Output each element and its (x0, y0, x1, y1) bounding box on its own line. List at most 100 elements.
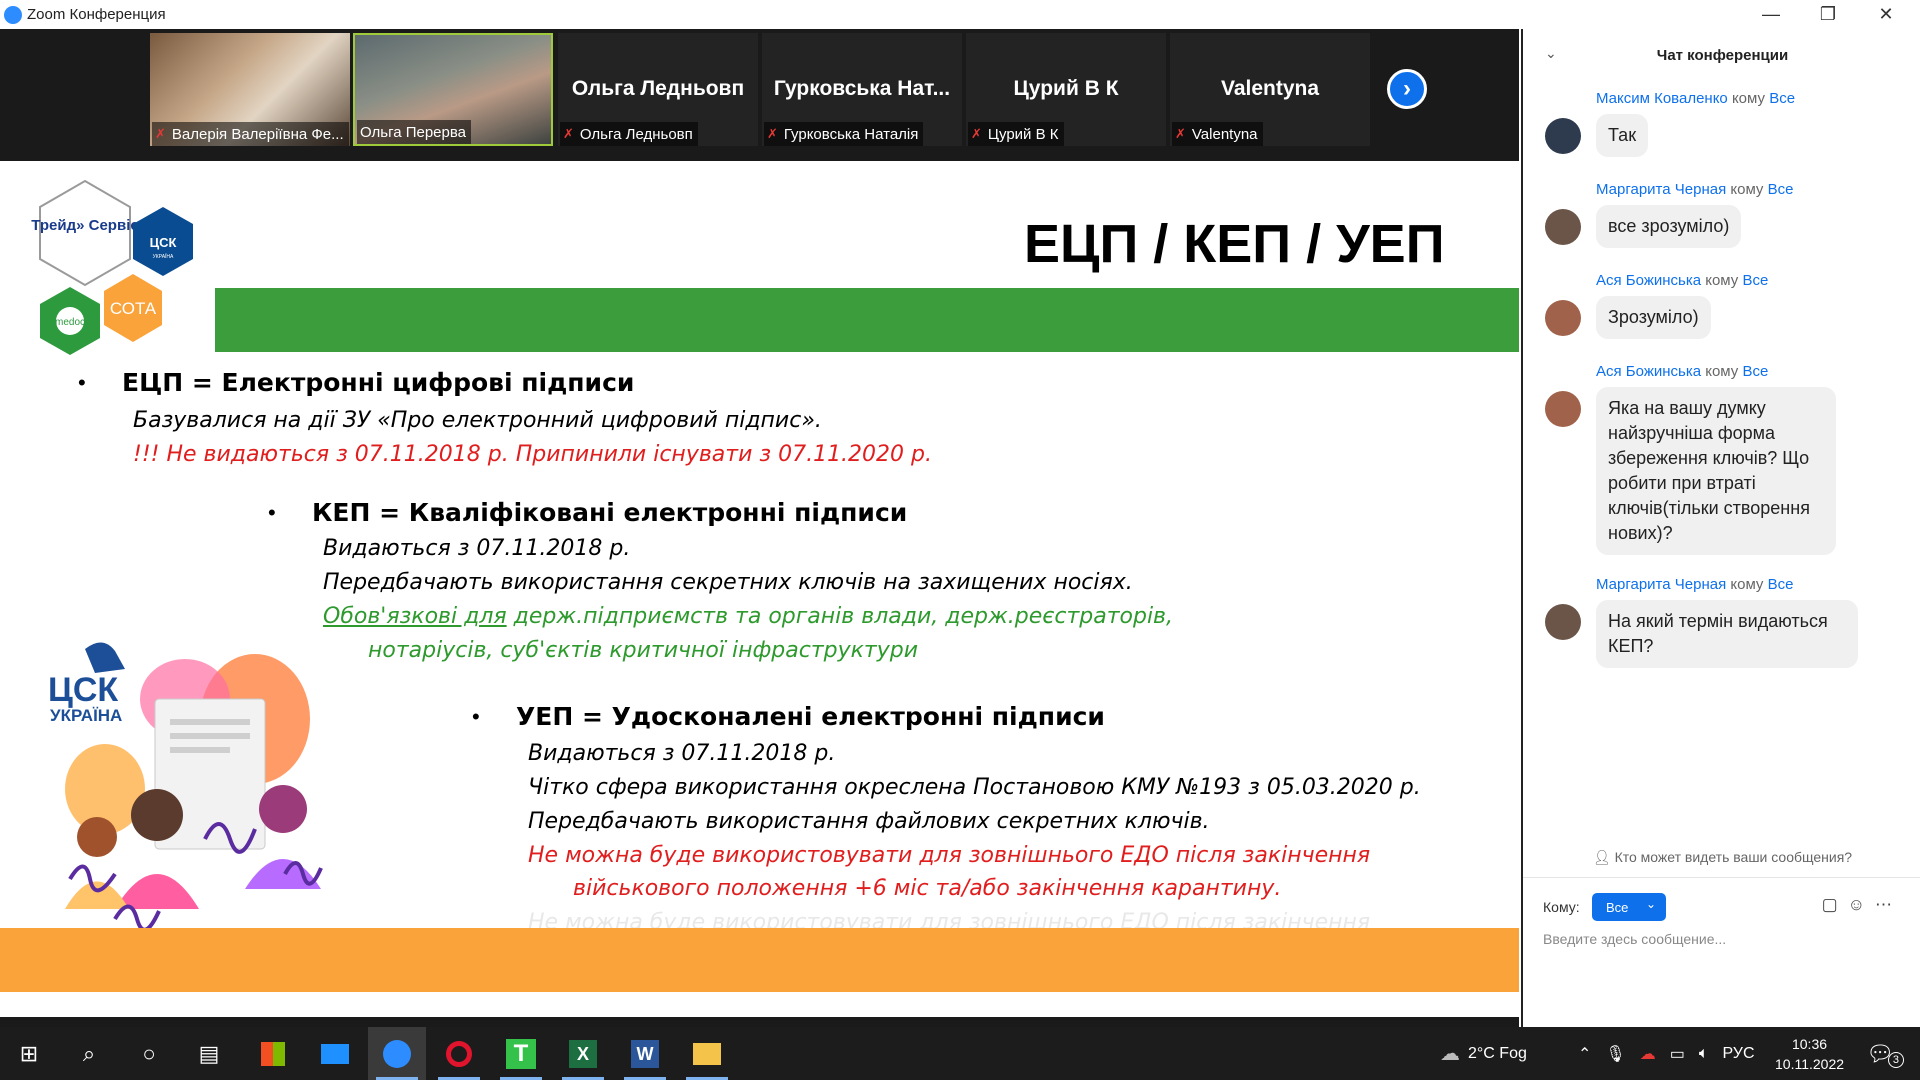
recipient-select[interactable]: Все ⌄ (1592, 893, 1666, 921)
uep-heading: УЕП = Удосконалені електронні підписи (516, 702, 1105, 731)
participant-tile[interactable]: Гурковська Нат... ✗ Гурковська Наталія (762, 33, 962, 146)
participant-caption: Ольга Перерва (357, 120, 472, 144)
to-word: кому (1705, 272, 1739, 289)
privacy-text: Кто может видеть ваши сообщения? (1614, 849, 1853, 865)
avatar (1545, 391, 1581, 427)
document-line (170, 719, 250, 725)
cortana-button[interactable]: ○ (120, 1027, 178, 1080)
weather-widget[interactable]: ☁ 2°C Fog (1440, 1027, 1527, 1080)
file-icon[interactable]: ▢ (1822, 895, 1848, 914)
participant-name: Valentyna (1191, 125, 1258, 143)
avatar (1545, 209, 1581, 245)
message-bubble: Так (1596, 114, 1649, 157)
participant-tile[interactable]: ✗ Валерія Валеріївна Фе... (150, 33, 350, 146)
to-word: кому (1730, 576, 1764, 593)
next-participants-button[interactable]: › (1387, 69, 1427, 109)
start-button[interactable]: ⊞ (0, 1027, 58, 1080)
recipient-name: Все (1767, 181, 1794, 198)
signature-icon (113, 904, 161, 929)
partner-logos: Трейд» Сервіс ЦСК УКРАЇНА СОТА medoc (31, 179, 193, 355)
language-indicator[interactable]: РУС (1722, 1045, 1754, 1063)
participant-caption: ✗ Valentyna (1172, 122, 1263, 146)
participant-tile[interactable]: Ольга Ледньовп ✗ Ольга Ледньовп (558, 33, 758, 146)
shared-screen-slide: Трейд» Сервіс ЦСК УКРАЇНА СОТА medoc ЕЦП… (0, 161, 1519, 1017)
message-bubble: все зрозуміло) (1596, 205, 1742, 248)
mail-app-button[interactable] (306, 1027, 364, 1080)
text-app-button[interactable]: T (492, 1027, 550, 1080)
store-app-button[interactable] (244, 1027, 302, 1080)
window-titlebar: Zoom Конференция — ❐ ✕ (0, 0, 1920, 29)
windows-logo-icon: ⊞ (19, 1040, 39, 1066)
chat-sender: Максим Коваленко кому Все (1596, 90, 1795, 107)
chat-title: Чат конференции (1656, 47, 1789, 64)
windows-taskbar: ⊞ ⌕ ○ ▤ T X W ☁ 2°C Fog ⌃ 🎙︎ ☁ ▭ 🔈︎ РУС 1… (0, 1027, 1920, 1080)
participant-tile[interactable]: Valentyna ✗ Valentyna (1170, 33, 1370, 146)
participant-tile-active-speaker[interactable]: Ольга Перерва (353, 33, 553, 146)
bullet-icon: • (78, 370, 86, 395)
explorer-app-button[interactable] (678, 1027, 736, 1080)
opera-icon (446, 1040, 472, 1067)
participant-name: Ольга Ледньовп (579, 125, 693, 143)
volume-icon[interactable]: 🔈︎ (1699, 1045, 1709, 1063)
participant-display-name: Цурий В К (1013, 77, 1119, 100)
uep-line: Видаються з 07.11.2018 р. (528, 741, 836, 766)
recipient-name: Все (1767, 576, 1794, 593)
more-icon[interactable]: ⋯ (1875, 895, 1902, 914)
task-view-icon: ▤ (198, 1040, 220, 1066)
microphone-icon[interactable]: 🎙︎ (1605, 1044, 1625, 1064)
muted-mic-icon: ✗ (971, 126, 982, 141)
document-line (170, 733, 250, 739)
close-button[interactable]: ✕ (1858, 0, 1914, 29)
emoji-icon[interactable]: ☺ (1848, 895, 1875, 914)
chevron-right-icon: › (1403, 75, 1411, 102)
participant-caption: ✗ Ольга Ледньовп (560, 122, 698, 146)
person-avatar (77, 817, 117, 857)
task-view-button[interactable]: ▤ (180, 1027, 238, 1080)
clock[interactable]: 10:36 10.11.2022 (1775, 1027, 1844, 1080)
chat-panel: ⌄ Чат конференции Максим Коваленко кому … (1521, 29, 1920, 1027)
mail-icon (321, 1043, 349, 1064)
bullet-icon: • (268, 500, 276, 525)
tray-icons: ⌃ 🎙︎ ☁ ▭ 🔈︎ РУС (1578, 1027, 1755, 1080)
muted-mic-icon: ✗ (767, 126, 778, 141)
battery-icon[interactable]: ▭ (1670, 1044, 1685, 1064)
participant-name: Гурковська Наталія (783, 125, 919, 143)
chat-actions: ▢☺⋯ (1822, 895, 1902, 915)
kep-mandatory-rest: держ.підприємств та органів влади, держ.… (506, 604, 1174, 629)
opera-app-button[interactable] (430, 1027, 488, 1080)
csk-big-logo-subtext: УКРАЇНА (50, 706, 122, 725)
chevron-up-icon[interactable]: ⌃ (1578, 1044, 1591, 1064)
participant-tile[interactable]: Цурий В К ✗ Цурий В К (966, 33, 1166, 146)
notification-count: 3 (1887, 1051, 1904, 1068)
word-app-button[interactable]: W (616, 1027, 674, 1080)
restore-button[interactable]: ❐ (1800, 0, 1856, 29)
notifications-button[interactable]: 💬︎ 3 (1866, 1027, 1904, 1080)
search-button[interactable]: ⌕ (60, 1027, 118, 1080)
uep-line-red: військового положення +6 міс та/або закі… (573, 876, 1282, 901)
excel-icon: X (569, 1039, 597, 1068)
participant-display-name: Гурковська Нат... (773, 77, 951, 100)
zoom-app-button[interactable] (368, 1027, 426, 1080)
participant-caption: ✗ Гурковська Наталія (764, 122, 924, 146)
network-icon[interactable]: ☁ (1640, 1044, 1656, 1064)
store-icon (261, 1041, 285, 1066)
chat-sender: Ася Божинська кому Все (1596, 272, 1768, 289)
to-word: кому (1705, 363, 1739, 380)
trade-service-logo-text: Трейд» Сервіс (31, 217, 138, 234)
csk-logo-text: ЦСК (150, 235, 177, 250)
cloud-icon: ☁ (1440, 1043, 1460, 1065)
divider (1523, 877, 1920, 878)
chat-message-input[interactable]: Введите здесь сообщение... (1543, 931, 1726, 947)
excel-app-button[interactable]: X (554, 1027, 612, 1080)
zoom-logo-icon (4, 6, 22, 24)
minimize-button[interactable]: — (1743, 0, 1799, 29)
window-title: Zoom Конференция (27, 6, 166, 23)
slide-title: ЕЦП / КЕП / УЕП (1024, 214, 1445, 274)
sender-name: Маргарита Черная (1596, 576, 1727, 593)
recipient-name: Все (1742, 363, 1769, 380)
chat-privacy-link[interactable]: 👤︎ Кто может видеть ваши сообщения? (1523, 849, 1920, 866)
sota-logo-text: СОТА (110, 299, 157, 318)
sender-name: Ася Божинська (1596, 363, 1702, 380)
chat-sender: Маргарита Черная кому Все (1596, 181, 1793, 198)
person-icon: 👤︎ (1592, 849, 1615, 865)
